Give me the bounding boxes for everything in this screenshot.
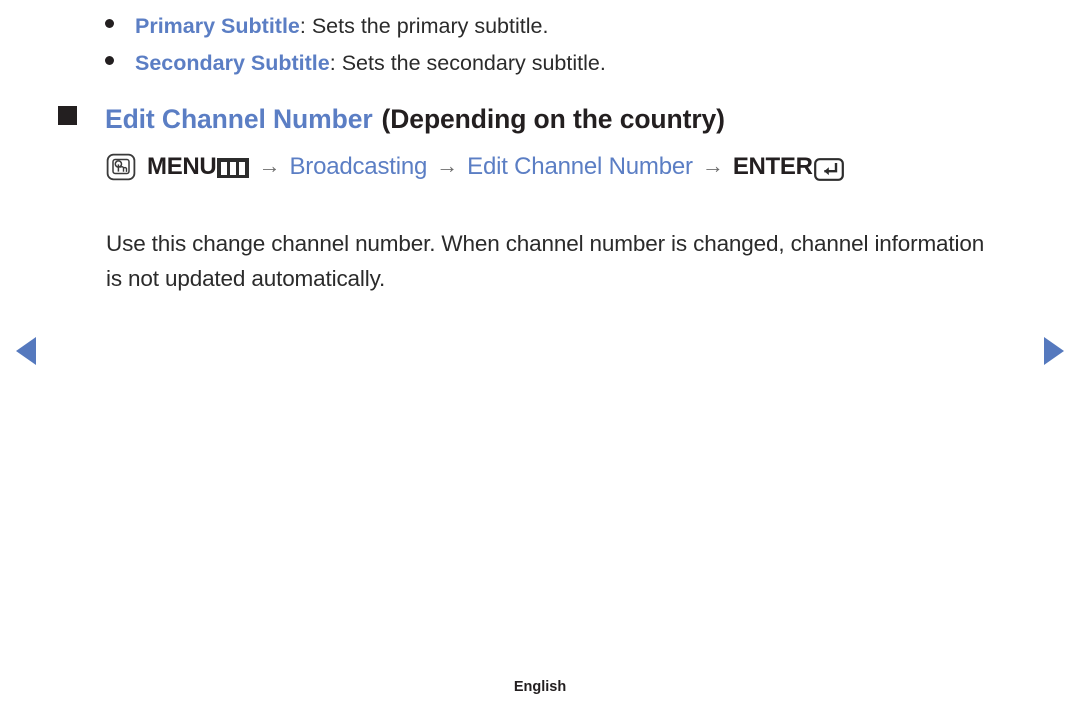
menu-bars-icon (217, 158, 250, 178)
square-bullet-icon (58, 106, 77, 125)
section-heading-note: (Depending on the country) (381, 104, 725, 134)
path-step-broadcasting: Broadcasting (289, 153, 428, 180)
triangle-right-icon[interactable] (1044, 337, 1064, 365)
triangle-left-icon[interactable] (16, 337, 36, 365)
hand-press-icon (106, 153, 136, 181)
path-step-edit-channel-number: Edit Channel Number (467, 153, 693, 180)
list-item-description: : Sets the primary subtitle. (299, 14, 549, 38)
section-heading: Edit Channel Number (Depending on the co… (58, 104, 725, 135)
dot-bullet-icon (105, 56, 114, 65)
menu-button-label: MENU (147, 153, 217, 180)
list-item-term: Secondary Subtitle (135, 51, 330, 75)
path-separator-icon: → (258, 153, 281, 178)
list-item: Primary Subtitle: Sets the primary subti… (105, 12, 1005, 40)
body-paragraph: Use this change channel number. When cha… (106, 230, 985, 291)
footer-language-label: English (513, 679, 567, 695)
subtitle-options-list: Primary Subtitle: Sets the primary subti… (105, 12, 1005, 86)
list-item-term: Primary Subtitle (135, 14, 300, 38)
enter-return-icon (813, 157, 844, 181)
enter-button-label: ENTER (732, 153, 813, 180)
menu-path-breadcrumb: MENU → Broadcasting → Edit Channel Numbe… (106, 153, 844, 181)
section-heading-title: Edit Channel Number (105, 104, 373, 134)
path-separator-icon: → (701, 153, 724, 178)
list-item: Secondary Subtitle: Sets the secondary s… (105, 49, 1005, 77)
dot-bullet-icon (105, 19, 114, 28)
path-separator-icon: → (436, 153, 459, 178)
list-item-description: : Sets the secondary subtitle. (329, 51, 606, 75)
